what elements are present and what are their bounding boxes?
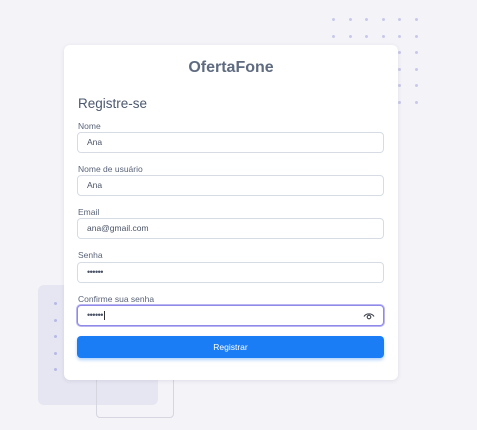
register-button[interactable]: Registrar [77, 336, 384, 358]
decorative-dot [381, 18, 385, 21]
decorative-dot [365, 34, 368, 38]
username-label: Nome de usuário [78, 164, 143, 174]
confirm-password-value: •••••• [87, 310, 103, 320]
email-label: Email [78, 207, 100, 217]
decorative-dot [54, 318, 57, 322]
email-input[interactable]: ana@gmail.com [77, 218, 384, 239]
decorative-dot [332, 34, 335, 38]
decorative-dot [414, 34, 418, 38]
brand-title: OfertaFone [188, 59, 274, 76]
confirm-password-input[interactable]: •••••• [77, 305, 384, 326]
password-label: Senha [78, 250, 103, 260]
decorative-dot [365, 18, 368, 21]
decorative-dot [398, 34, 401, 38]
decorative-dot [414, 84, 418, 87]
username-input[interactable]: Ana [77, 175, 384, 196]
eye-icon[interactable] [363, 310, 375, 322]
decorative-dot [348, 34, 352, 38]
decorative-dot [398, 18, 401, 21]
confirm-password-label: Confirme sua senha [78, 294, 155, 304]
decorative-dot [398, 84, 401, 87]
decorative-dot [54, 335, 57, 338]
name-label: Nome [78, 121, 101, 131]
decorative-dot [398, 51, 401, 54]
decorative-dot [54, 351, 57, 355]
name-input[interactable]: Ana [77, 132, 384, 153]
decorative-dot [348, 18, 352, 21]
decorative-dot [414, 51, 418, 54]
password-input[interactable]: •••••• [77, 262, 384, 283]
decorative-dot [381, 34, 385, 38]
decorative-dot [332, 18, 335, 21]
decorative-dot [414, 18, 418, 21]
decorative-dot [54, 302, 57, 305]
decorative-dot [398, 100, 401, 104]
decorative-dot [414, 67, 418, 71]
decorative-dot [398, 67, 401, 71]
form-heading: Registre-se [78, 96, 148, 111]
register-card: OfertaFone Registre-se Nome Ana Nome de … [64, 45, 398, 380]
decorative-dot [54, 368, 57, 371]
text-caret [103, 311, 105, 321]
decorative-dot [414, 100, 418, 104]
page-background: OfertaFone Registre-se Nome Ana Nome de … [0, 0, 477, 430]
